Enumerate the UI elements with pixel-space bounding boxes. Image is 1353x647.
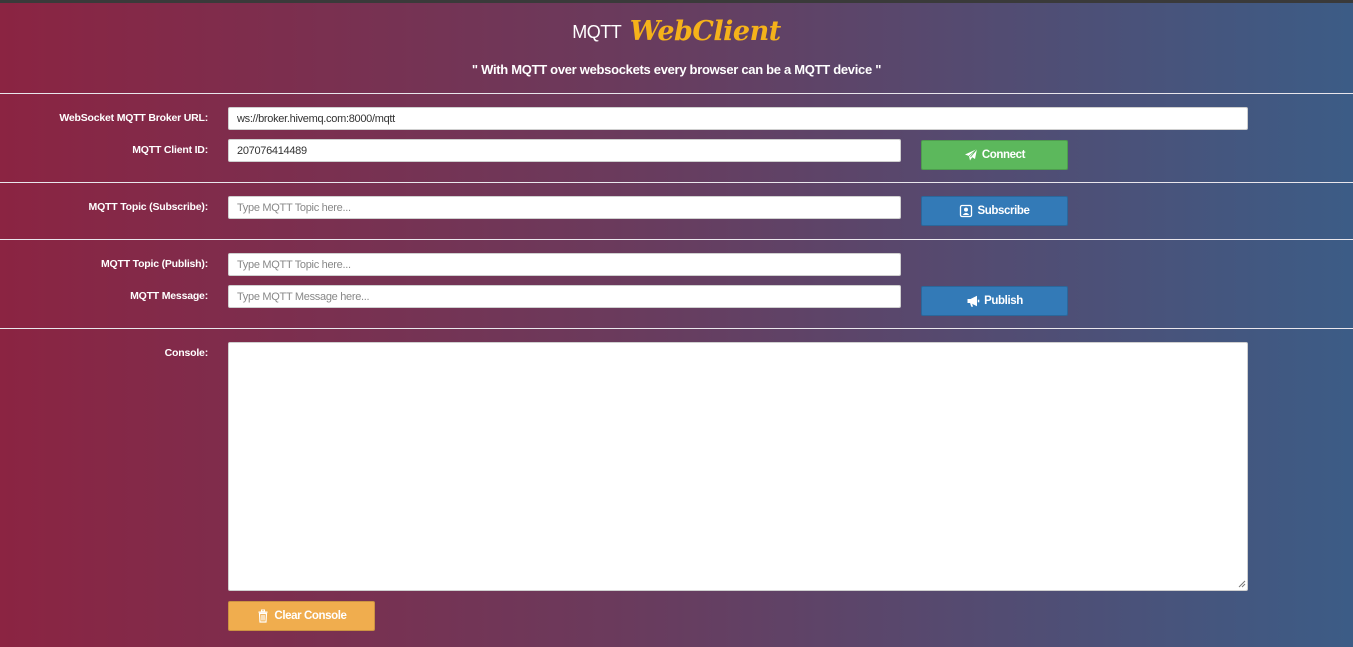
- connect-button[interactable]: Connect: [921, 140, 1068, 170]
- publish-button-label: Publish: [984, 295, 1023, 307]
- clear-console-button-label: Clear Console: [274, 610, 347, 622]
- subscribe-topic-input[interactable]: [228, 196, 901, 219]
- trash-icon: [256, 609, 270, 623]
- subscribe-topic-label: MQTT Topic (Subscribe):: [88, 201, 209, 213]
- title-mqtt: MQTT: [572, 22, 622, 42]
- client-id-label: MQTT Client ID:: [132, 144, 208, 156]
- connect-button-label: Connect: [981, 149, 1026, 161]
- page-subtitle: " With MQTT over websockets every browse…: [471, 62, 882, 77]
- resize-handle-icon[interactable]: [1236, 578, 1246, 588]
- console-label: Console:: [164, 347, 209, 359]
- window-top-border: [0, 0, 1353, 3]
- publish-message-label: MQTT Message:: [130, 290, 208, 302]
- publish-message-input[interactable]: [228, 285, 901, 308]
- console-output[interactable]: [228, 342, 1248, 591]
- publish-topic-input[interactable]: [228, 253, 901, 276]
- subscribe-button[interactable]: Subscribe: [921, 196, 1068, 226]
- paper-plane-icon: [964, 148, 978, 162]
- publish-button[interactable]: Publish: [921, 286, 1068, 316]
- broker-url-input[interactable]: [228, 107, 1248, 130]
- divider-publish: [0, 328, 1353, 329]
- title-webclient: WebClient: [629, 16, 781, 47]
- clear-console-button[interactable]: Clear Console: [228, 601, 375, 631]
- divider-top: [0, 93, 1353, 94]
- broker-url-label: WebSocket MQTT Broker URL:: [59, 112, 208, 124]
- user-square-icon: [959, 204, 973, 218]
- divider-connection: [0, 182, 1353, 183]
- subscribe-button-label: Subscribe: [977, 205, 1030, 217]
- page-title: MQTT WebClient: [0, 16, 1353, 47]
- megaphone-icon: [966, 294, 980, 308]
- divider-subscribe: [0, 239, 1353, 240]
- client-id-input[interactable]: [228, 139, 901, 162]
- publish-topic-label: MQTT Topic (Publish):: [100, 258, 208, 270]
